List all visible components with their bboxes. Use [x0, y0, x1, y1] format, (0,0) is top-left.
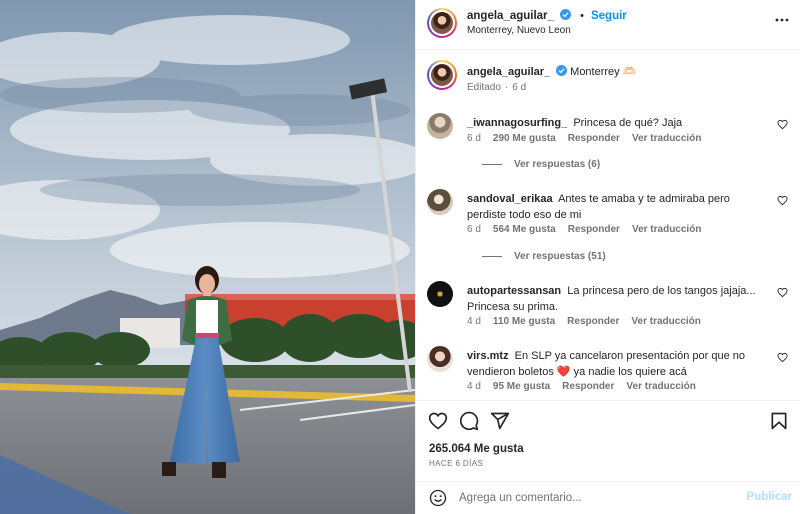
- translate-button[interactable]: Ver traducción: [632, 133, 701, 144]
- commenter-avatar[interactable]: [427, 346, 453, 372]
- verified-badge-icon: [556, 65, 568, 76]
- comment-text: Princesa de qué? Jaja: [573, 117, 683, 129]
- comment-time[interactable]: 6 d: [467, 224, 481, 235]
- caption-meta: Editado · 6 d: [467, 82, 538, 93]
- publish-button[interactable]: Publicar: [747, 491, 792, 503]
- comment-meta: 4 d 110 Me gusta Responder Ver traducción: [467, 316, 713, 327]
- edited-label: Editado: [467, 82, 501, 93]
- comment-icon[interactable]: [459, 411, 479, 431]
- translate-button[interactable]: Ver traducción: [626, 381, 695, 392]
- comment-time[interactable]: 4 d: [467, 381, 481, 392]
- likes-count[interactable]: 265.064 Me gusta: [429, 443, 524, 455]
- author-username[interactable]: angela_aguilar_: [467, 10, 554, 22]
- comments-list[interactable]: angela_aguilar_ Monterrey 🫶🏻 Editado · 6 d …: [416, 51, 800, 399]
- author-avatar[interactable]: [427, 8, 457, 38]
- comment-text-line: sandoval_erikaa Antes te amaba y te admi…: [467, 191, 767, 223]
- more-horizontal-icon[interactable]: [775, 13, 789, 27]
- translate-button[interactable]: Ver traducción: [631, 316, 700, 327]
- avatar-image: [431, 64, 453, 86]
- comment-likes[interactable]: 290 Me gusta: [493, 133, 556, 144]
- reply-button[interactable]: Responder: [568, 133, 620, 144]
- caption-username[interactable]: angela_aguilar_: [467, 66, 550, 78]
- view-replies-button[interactable]: Ver respuestas (51): [482, 251, 606, 262]
- commenter-avatar[interactable]: [427, 281, 453, 307]
- post-photo[interactable]: [0, 0, 415, 514]
- post-actions: 265.064 Me gusta HACE 6 DÍAS: [416, 400, 800, 484]
- commenter-avatar[interactable]: [427, 189, 453, 215]
- translate-button[interactable]: Ver traducción: [632, 224, 701, 235]
- comment-likes[interactable]: 564 Me gusta: [493, 224, 556, 235]
- heart-icon[interactable]: [428, 411, 448, 431]
- post-detail-panel: angela_aguilar_ • Seguir Monterrey, Nuev…: [415, 0, 800, 514]
- comment-like-heart-icon[interactable]: [777, 352, 788, 363]
- commenter-avatar[interactable]: [427, 113, 453, 139]
- comment-time[interactable]: 4 d: [467, 316, 481, 327]
- share-icon[interactable]: [490, 411, 510, 431]
- commenter-username[interactable]: sandoval_erikaa: [467, 193, 553, 205]
- author-line: angela_aguilar_ • Seguir: [467, 9, 627, 22]
- separator-dot: ·: [504, 82, 509, 93]
- reply-button[interactable]: Responder: [562, 381, 614, 392]
- view-replies-button[interactable]: Ver respuestas (6): [482, 159, 600, 170]
- comment-meta: 6 d 564 Me gusta Responder Ver traducción: [467, 224, 713, 235]
- comment-like-heart-icon[interactable]: [777, 195, 788, 206]
- caption-avatar[interactable]: [427, 60, 457, 90]
- comment-text-line: _iwannagosurfing_ Princesa de qué? Jaja: [467, 115, 767, 131]
- commenter-username[interactable]: virs.mtz: [467, 350, 509, 362]
- caption-time[interactable]: 6 d: [512, 82, 526, 93]
- comment-time[interactable]: 6 d: [467, 133, 481, 144]
- reply-button[interactable]: Responder: [567, 316, 619, 327]
- follow-button[interactable]: Seguir: [591, 10, 627, 22]
- post-location[interactable]: Monterrey, Nuevo Leon: [467, 25, 571, 36]
- post-image: [0, 0, 415, 514]
- comment-like-heart-icon[interactable]: [777, 287, 788, 298]
- bookmark-icon[interactable]: [769, 411, 789, 431]
- post-time-ago[interactable]: HACE 6 DÍAS: [429, 459, 483, 468]
- avatar-image: [431, 12, 453, 34]
- post-header: angela_aguilar_ • Seguir Monterrey, Nuev…: [416, 0, 800, 50]
- separator-dot: •: [580, 10, 584, 22]
- verified-badge-icon: [560, 9, 571, 20]
- comment-composer: Publicar: [416, 481, 800, 514]
- commenter-username[interactable]: autopartessansan: [467, 285, 561, 297]
- caption-text: Monterrey 🫶🏻: [570, 66, 637, 78]
- emoji-smile-icon[interactable]: [429, 489, 447, 507]
- comment-likes[interactable]: 95 Me gusta: [493, 381, 550, 392]
- comment-text-line: virs.mtz En SLP ya cancelaron presentaci…: [467, 348, 767, 380]
- commenter-username[interactable]: _iwannagosurfing_: [467, 117, 567, 129]
- comment-likes[interactable]: 110 Me gusta: [493, 316, 555, 327]
- caption-text-line: angela_aguilar_ Monterrey 🫶🏻: [467, 64, 767, 80]
- comment-text-line: autopartessansan La princesa pero de los…: [467, 283, 767, 315]
- reply-button[interactable]: Responder: [568, 224, 620, 235]
- comment-like-heart-icon[interactable]: [777, 119, 788, 130]
- comment-input[interactable]: [459, 488, 739, 508]
- comment-meta: 4 d 95 Me gusta Responder Ver traducción: [467, 381, 708, 392]
- comment-meta: 6 d 290 Me gusta Responder Ver traducción: [467, 133, 713, 144]
